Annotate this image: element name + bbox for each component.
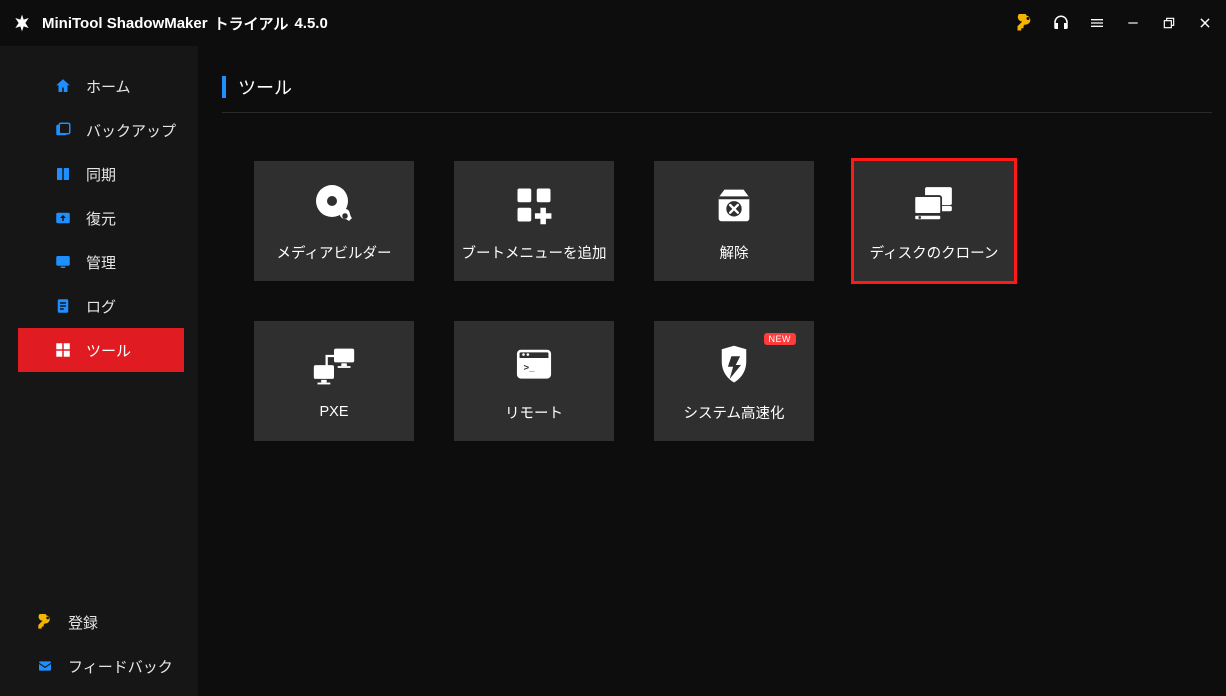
page-title: ツール [238,74,292,100]
page-header: ツール [222,74,1212,113]
backup-icon [54,121,72,139]
app-product-name: MiniTool ShadowMaker [42,15,208,32]
disc-icon [310,180,358,230]
sidebar-feedback[interactable]: フィードバック [0,644,198,688]
sidebar: ホーム バックアップ 同期 復元 [0,46,198,696]
sidebar-register-label: 登録 [68,612,98,633]
disk-clone-icon [909,180,959,230]
sidebar-item-label: 復元 [86,208,116,229]
svg-text:>_: >_ [524,362,536,373]
sidebar-item-label: 管理 [86,252,116,273]
sidebar-item-restore[interactable]: 復元 [18,196,184,240]
sidebar-item-label: ホーム [86,76,131,97]
main-panel: ツール メディアビルダー [198,46,1226,696]
unmount-icon [711,180,757,230]
new-badge: NEW [764,333,797,345]
tools-icon [54,341,72,359]
tool-grid: メディアビルダー ブートメニューを追加 [222,161,1212,441]
tool-label: システム高速化 [683,402,784,423]
sidebar-item-tools[interactable]: ツール [18,328,184,372]
minimize-icon[interactable] [1124,14,1142,32]
tool-label: リモート [505,402,563,423]
tool-disk-clone[interactable]: ディスクのクローン [854,161,1014,281]
header-accent-bar [222,76,226,98]
tool-system-speedup[interactable]: NEW システム高速化 [654,321,814,441]
tool-remote[interactable]: >_ リモート [454,321,614,441]
sidebar-item-sync[interactable]: 同期 [18,152,184,196]
manage-icon [54,253,72,271]
menu-icon[interactable] [1088,14,1106,32]
sidebar-item-backup[interactable]: バックアップ [18,108,184,152]
titlebar: MiniTool ShadowMaker トライアル 4.5.0 [0,0,1226,46]
restore-icon [54,209,72,227]
app-version: 4.5.0 [294,15,327,32]
pxe-icon [310,342,358,392]
key-icon[interactable] [1016,14,1034,32]
sidebar-item-label: バックアップ [86,120,176,141]
sidebar-item-label: 同期 [86,164,116,185]
tool-label: メディアビルダー [277,242,392,263]
home-icon [54,77,72,95]
sidebar-item-label: ログ [86,296,116,317]
remote-icon: >_ [513,340,555,390]
tool-add-boot-menu[interactable]: ブートメニューを追加 [454,161,614,281]
speedup-icon [715,340,753,390]
tool-unmount[interactable]: 解除 [654,161,814,281]
log-icon [54,297,72,315]
tool-label: 解除 [720,242,749,263]
grid-plus-icon [512,180,556,230]
tool-label: PXE [319,404,348,420]
close-icon[interactable] [1196,14,1214,32]
sync-icon [54,165,72,183]
sidebar-item-log[interactable]: ログ [18,284,184,328]
tool-label: ディスクのクローン [870,242,999,263]
sidebar-item-label: ツール [86,340,131,361]
app-edition: トライアル [214,13,289,34]
sidebar-item-manage[interactable]: 管理 [18,240,184,284]
tool-label: ブートメニューを追加 [462,242,607,263]
maximize-icon[interactable] [1160,14,1178,32]
tool-media-builder[interactable]: メディアビルダー [254,161,414,281]
sidebar-feedback-label: フィードバック [68,656,173,677]
headset-icon[interactable] [1052,14,1070,32]
mail-icon [36,657,54,675]
tool-pxe[interactable]: PXE [254,321,414,441]
key-icon [36,613,54,631]
sidebar-item-home[interactable]: ホーム [18,64,184,108]
window-controls [1016,14,1214,32]
sidebar-register[interactable]: 登録 [0,600,198,644]
app-logo-icon [12,13,32,33]
